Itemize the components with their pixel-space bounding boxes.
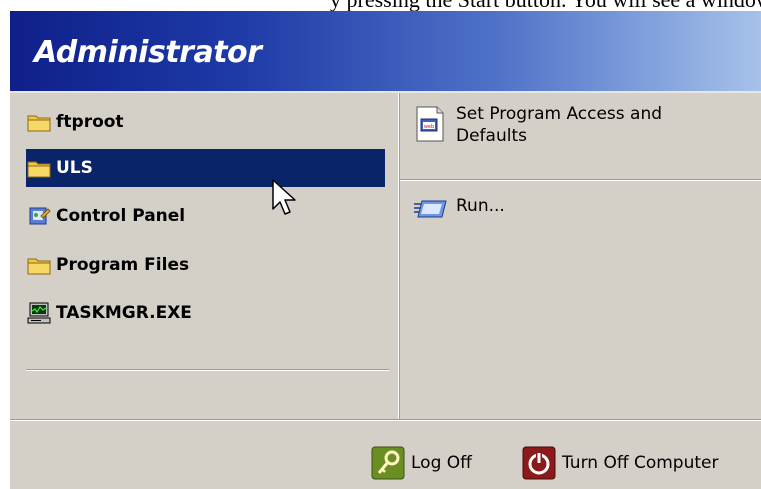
left-separator (26, 369, 389, 371)
menu-item-label: TASKMGR.EXE (56, 303, 192, 323)
menu-item-label: Run... (456, 196, 505, 216)
background-document-text-strip: y pressing the Start button. You will se… (0, 0, 761, 11)
menu-item-uls[interactable]: ULS (26, 149, 385, 187)
menu-item-label: ftproot (56, 112, 124, 132)
right-column: web Set Program Access and Defaults Run.… (400, 93, 761, 419)
user-name: Administrator (34, 35, 262, 70)
menu-item-program-files[interactable]: Program Files (26, 246, 385, 284)
right-separator (400, 179, 761, 181)
computer-icon (26, 300, 52, 326)
folder-icon (26, 109, 52, 135)
start-menu-footer: Log Off Turn Off Computer (10, 421, 761, 489)
menu-item-taskmgr[interactable]: TASKMGR.EXE (26, 294, 385, 332)
background-document-text: y pressing the Start button. You will se… (330, 0, 761, 11)
svg-text:web: web (424, 124, 434, 130)
start-menu: Administrator ftproot ULS Control Panel (10, 11, 761, 489)
turn-off-computer-label: Turn Off Computer (562, 453, 719, 473)
log-off-button[interactable]: Log Off (371, 445, 472, 481)
program-access-icon: web (414, 103, 446, 143)
menu-item-label: Program Files (56, 255, 190, 275)
key-icon (371, 446, 405, 480)
menu-item-run[interactable]: Run... (414, 195, 505, 225)
folder-icon (26, 252, 52, 278)
start-menu-header: Administrator (10, 11, 761, 91)
left-column: ftproot ULS Control Panel Program Files … (10, 93, 398, 419)
log-off-label: Log Off (411, 453, 472, 473)
folder-icon (26, 155, 52, 181)
mouse-cursor-icon (272, 179, 296, 215)
menu-item-label: Set Program Access and Defaults (456, 104, 663, 146)
control-panel-icon (26, 203, 52, 229)
menu-item-set-program-access[interactable]: web Set Program Access and Defaults (414, 103, 716, 147)
menu-item-label: ULS (56, 158, 93, 178)
menu-item-control-panel[interactable]: Control Panel (26, 197, 385, 235)
run-icon (414, 195, 447, 225)
power-icon (522, 446, 556, 480)
menu-item-ftproot[interactable]: ftproot (26, 103, 385, 141)
turn-off-computer-button[interactable]: Turn Off Computer (522, 445, 718, 481)
menu-item-label: Control Panel (56, 206, 186, 226)
